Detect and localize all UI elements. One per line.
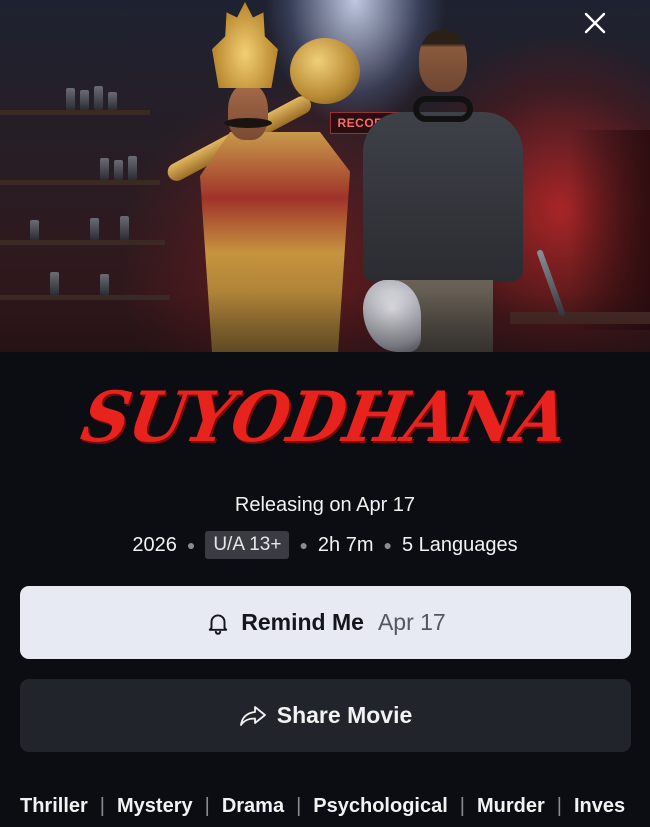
movie-meta-row: 2026 ● U/A 13+ ● 2h 7m ● 5 Languages bbox=[0, 531, 650, 559]
headphones bbox=[413, 96, 473, 122]
crown bbox=[212, 2, 278, 88]
mace bbox=[290, 38, 360, 104]
genre-investigation[interactable]: Inves bbox=[574, 795, 625, 818]
genre-murder[interactable]: Murder bbox=[477, 795, 545, 818]
genre-psychological[interactable]: Psychological bbox=[313, 795, 448, 818]
separator-dot: ● bbox=[186, 537, 196, 553]
remind-me-label: Remind Me bbox=[241, 609, 364, 635]
share-arrow-icon bbox=[239, 705, 266, 726]
runtime: 2h 7m bbox=[317, 533, 374, 556]
close-icon bbox=[584, 12, 606, 34]
genre-drama[interactable]: Drama bbox=[222, 795, 284, 818]
separator-dot: ● bbox=[299, 537, 308, 553]
genre-separator: | bbox=[204, 794, 210, 817]
languages-count: 5 Languages bbox=[401, 533, 518, 556]
release-date-text: Releasing on Apr 17 bbox=[234, 494, 416, 516]
genre-separator: | bbox=[296, 794, 302, 817]
genre-list: Thriller | Mystery | Drama | Psychologic… bbox=[20, 792, 630, 820]
bell-icon bbox=[209, 613, 228, 635]
close-button[interactable] bbox=[580, 8, 610, 38]
genre-thriller[interactable]: Thriller bbox=[20, 795, 88, 818]
genre-separator: | bbox=[459, 794, 465, 817]
movie-title: SUYODHANA bbox=[76, 376, 574, 458]
share-movie-button[interactable]: Share Movie bbox=[20, 679, 631, 752]
separator-dot: ● bbox=[383, 537, 392, 553]
movie-poster: RECORD bbox=[0, 0, 650, 352]
remind-me-button[interactable]: Remind Me Apr 17 bbox=[20, 586, 631, 659]
genre-separator: | bbox=[99, 794, 105, 817]
genre-separator: | bbox=[556, 794, 562, 817]
movie-title-logo: SUYODHANA bbox=[0, 376, 650, 458]
age-rating-badge: U/A 13+ bbox=[205, 531, 290, 559]
share-movie-label: Share Movie bbox=[276, 702, 413, 728]
release-year: 2026 bbox=[132, 533, 177, 556]
genre-mystery[interactable]: Mystery bbox=[117, 795, 193, 818]
remind-date: Apr 17 bbox=[377, 609, 446, 635]
